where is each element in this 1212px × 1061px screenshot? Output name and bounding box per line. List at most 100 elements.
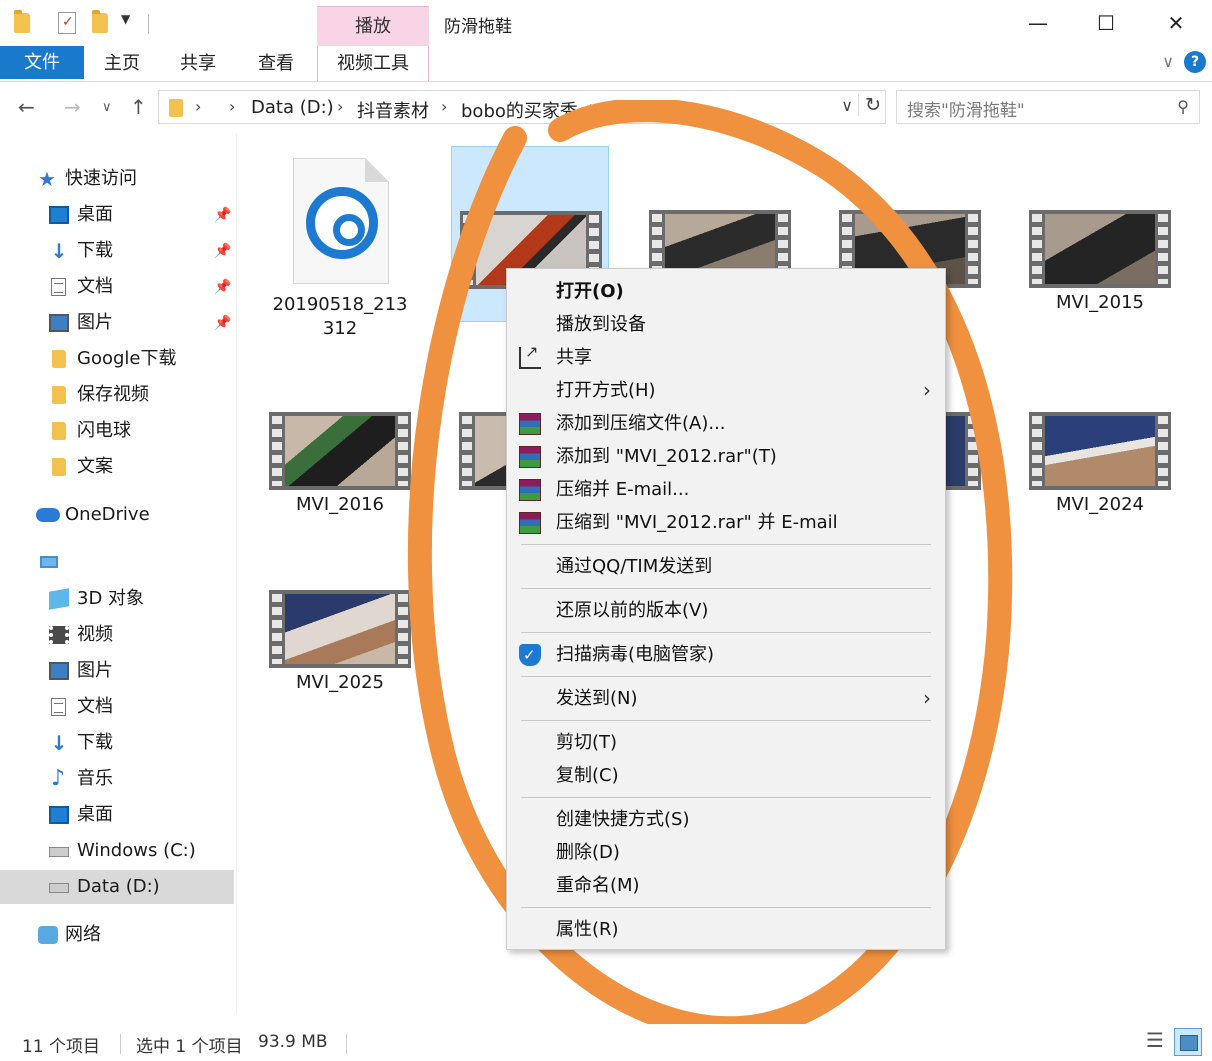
- folder-icon: [52, 458, 66, 476]
- menu-item-create-shortcut[interactable]: 创建快捷方式(S): [507, 803, 945, 836]
- drive-icon: [49, 883, 69, 893]
- breadcrumb-separator[interactable]: ›: [337, 97, 343, 116]
- menu-item-label: 剪切(T): [556, 732, 618, 753]
- refresh-icon[interactable]: ↻: [858, 94, 881, 116]
- sidebar-item-copywriting[interactable]: 文案: [0, 450, 234, 484]
- menu-item-label: 复制(C): [556, 765, 619, 786]
- sidebar-item-pictures-pc[interactable]: 图片: [0, 654, 234, 688]
- search-icon[interactable]: ⚲: [1177, 97, 1189, 116]
- sidebar-item-onedrive[interactable]: OneDrive: [0, 498, 234, 532]
- large-icons-view-icon[interactable]: [1174, 1028, 1202, 1056]
- address-dropdown[interactable]: ∨: [841, 96, 853, 115]
- menu-item-label: 属性(R): [556, 919, 619, 940]
- close-button[interactable]: ✕: [1156, 8, 1196, 38]
- search-input[interactable]: 搜索"防滑拖鞋" ⚲: [896, 90, 1200, 124]
- tab-share[interactable]: 共享: [180, 46, 216, 81]
- divider: [346, 1034, 347, 1054]
- pin-icon[interactable]: 📌: [214, 270, 231, 304]
- forward-button[interactable]: →: [64, 95, 81, 119]
- sidebar-item-3d-objects[interactable]: 3D 对象: [0, 582, 234, 616]
- menu-item-rename[interactable]: 重命名(M): [507, 869, 945, 902]
- menu-item-send-to[interactable]: 发送到(N) ›: [507, 682, 945, 715]
- file-item-video[interactable]: MVI_2025: [265, 526, 415, 702]
- address-bar[interactable]: › › Data (D:) › 抖音素材 › bobo的买家秀 › 防滑拖鞋 ∨…: [158, 90, 886, 124]
- sidebar-item-lightning-ball[interactable]: 闪电球: [0, 414, 234, 448]
- sidebar-item-saved-videos[interactable]: 保存视频: [0, 378, 234, 412]
- breadcrumb-douyin[interactable]: 抖音素材: [357, 97, 429, 123]
- breadcrumb-current[interactable]: 防滑拖鞋: [609, 97, 681, 123]
- pin-icon[interactable]: 📌: [214, 198, 231, 232]
- sidebar-item-documents-pc[interactable]: 文档: [0, 690, 234, 724]
- breadcrumb-separator[interactable]: ›: [441, 97, 447, 116]
- sidebar-item-music[interactable]: ♪ 音乐: [0, 762, 234, 796]
- breadcrumb-bobo[interactable]: bobo的买家秀: [461, 97, 578, 123]
- help-icon[interactable]: ?: [1184, 51, 1206, 73]
- menu-item-compress-rar-email[interactable]: 压缩到 "MVI_2012.rar" 并 E-mail: [507, 506, 945, 539]
- sidebar-item-desktop[interactable]: 桌面 📌: [0, 198, 234, 232]
- sidebar-item-desktop-pc[interactable]: 桌面: [0, 798, 234, 832]
- file-item-audio[interactable]: 20190518_213 312: [265, 148, 415, 348]
- menu-item-cut[interactable]: 剪切(T): [507, 726, 945, 759]
- sidebar-item-label: Google下载: [77, 348, 177, 369]
- breadcrumb-separator[interactable]: ›: [589, 97, 595, 116]
- context-menu: 打开(O) 播放到设备 共享 打开方式(H) › 添加到压缩文件(A)... 添…: [506, 268, 946, 950]
- pin-icon[interactable]: 📌: [214, 306, 231, 340]
- sidebar-item-downloads[interactable]: ↓ 下载 📌: [0, 234, 234, 268]
- expand-ribbon-chevron-icon[interactable]: ∨: [1162, 52, 1174, 71]
- sidebar-item-videos[interactable]: 视频: [0, 618, 234, 652]
- new-folder-icon[interactable]: [92, 10, 108, 33]
- file-name: MVI_2025: [296, 672, 384, 693]
- menu-divider: [521, 907, 931, 908]
- play-context-tab-header[interactable]: 播放: [317, 6, 429, 46]
- sidebar-item-label: 图片: [77, 312, 113, 333]
- menu-item-properties[interactable]: 属性(R): [507, 913, 945, 946]
- sidebar-item-quick-access[interactable]: ★ 快速访问: [0, 162, 234, 196]
- pictures-icon: [49, 662, 69, 680]
- file-item-video[interactable]: MVI_2024: [1025, 348, 1175, 524]
- menu-item-play-to-device[interactable]: 播放到设备: [507, 308, 945, 341]
- menu-item-share[interactable]: 共享: [507, 335, 945, 374]
- maximize-button[interactable]: ☐: [1086, 8, 1126, 38]
- up-button[interactable]: ↑: [130, 95, 147, 119]
- customize-quick-access-dropdown[interactable]: ▼: [121, 12, 130, 26]
- tab-video-tools[interactable]: 视频工具: [317, 46, 429, 81]
- menu-item-copy[interactable]: 复制(C): [507, 759, 945, 792]
- menu-item-send-via-qq[interactable]: 通过QQ/TIM发送到: [507, 550, 945, 583]
- menu-item-open-with[interactable]: 打开方式(H) ›: [507, 374, 945, 407]
- breadcrumb-drive-d[interactable]: Data (D:): [251, 97, 334, 118]
- menu-item-scan-virus[interactable]: 扫描病毒(电脑管家): [507, 638, 945, 671]
- document-icon: [51, 698, 66, 716]
- menu-item-add-to-archive[interactable]: 添加到压缩文件(A)...: [507, 407, 945, 440]
- sidebar-item-this-pc[interactable]: [0, 546, 234, 580]
- pin-icon[interactable]: 📌: [214, 234, 231, 268]
- details-view-icon[interactable]: [1142, 1028, 1170, 1056]
- download-icon: ↓: [50, 239, 68, 263]
- menu-divider: [521, 720, 931, 721]
- sidebar-item-drive-d[interactable]: Data (D:): [0, 870, 234, 904]
- network-icon: [38, 926, 58, 944]
- breadcrumb-separator[interactable]: ›: [195, 97, 201, 116]
- sidebar-item-downloads-pc[interactable]: ↓ 下载: [0, 726, 234, 760]
- recent-locations-button[interactable]: ∨: [102, 100, 112, 115]
- sidebar-item-network[interactable]: 网络: [0, 918, 234, 952]
- properties-icon[interactable]: [58, 12, 76, 34]
- sidebar-item-pictures[interactable]: 图片 📌: [0, 306, 234, 340]
- sidebar-item-documents[interactable]: 文档 📌: [0, 270, 234, 304]
- menu-item-compress-email[interactable]: 压缩并 E-mail...: [507, 473, 945, 506]
- file-item-video[interactable]: MVI_2015: [1025, 146, 1175, 322]
- menu-item-open[interactable]: 打开(O): [507, 275, 945, 308]
- tab-home[interactable]: 主页: [104, 46, 140, 81]
- sidebar-item-label: 网络: [65, 924, 101, 945]
- menu-item-add-to-rar[interactable]: 添加到 "MVI_2012.rar"(T): [507, 440, 945, 473]
- tab-file[interactable]: 文件: [0, 46, 84, 79]
- sidebar-item-drive-c[interactable]: Windows (C:): [0, 834, 234, 868]
- tab-view[interactable]: 查看: [258, 46, 294, 81]
- menu-item-restore-previous[interactable]: 还原以前的版本(V): [507, 594, 945, 627]
- back-button[interactable]: ←: [18, 95, 35, 119]
- breadcrumb-separator[interactable]: ›: [229, 97, 235, 116]
- minimize-button[interactable]: —: [1018, 8, 1058, 38]
- file-item-video[interactable]: MVI_2016: [265, 348, 415, 524]
- sidebar-item-google-downloads[interactable]: Google下载: [0, 342, 234, 376]
- winrar-icon: [519, 413, 541, 435]
- menu-item-delete[interactable]: 删除(D): [507, 836, 945, 869]
